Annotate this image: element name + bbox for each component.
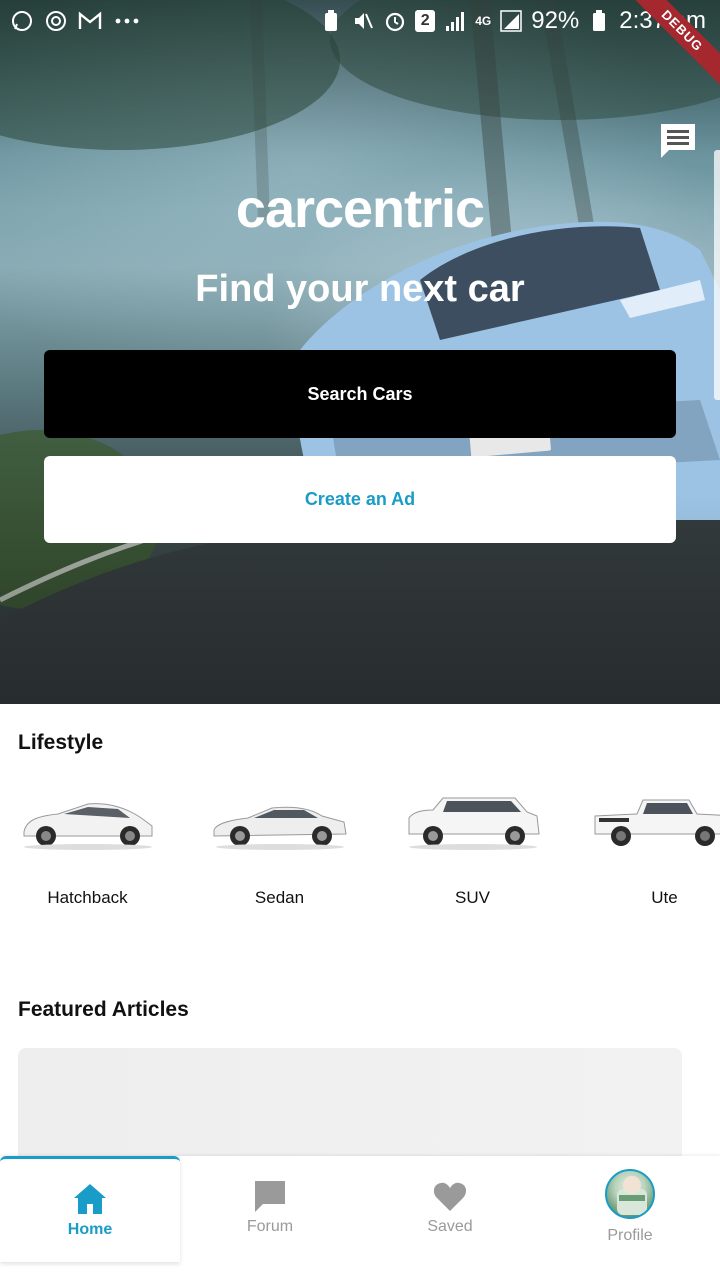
- nav-label-profile: Profile: [607, 1227, 653, 1244]
- suv-image: [408, 797, 540, 850]
- battery-saver-icon: [319, 9, 343, 33]
- lifestyle-list: Hatchback Sedan SUV Ute: [0, 790, 720, 920]
- lifestyle-label: Sedan: [254, 888, 305, 907]
- lifestyle-item-ute[interactable]: Ute: [577, 790, 720, 915]
- featured-articles-title: Featured Articles: [18, 998, 189, 1021]
- hero-title: Find your next car: [195, 268, 525, 310]
- gmail-icon: [78, 9, 102, 33]
- create-ad-button[interactable]: Create an Ad: [44, 456, 676, 543]
- more-notifications-icon: [112, 9, 142, 33]
- home-icon: [74, 1184, 106, 1214]
- network-type: 4G: [475, 14, 492, 28]
- lifestyle-item-hatchback[interactable]: Hatchback: [0, 790, 175, 915]
- heart-icon: [433, 1182, 467, 1211]
- lifestyle-title: Lifestyle: [18, 731, 104, 754]
- ute-image: [594, 799, 720, 846]
- hatchback-image: [23, 803, 152, 850]
- lifestyle-item-suv[interactable]: SUV: [385, 790, 560, 915]
- lifestyle-label: SUV: [455, 888, 490, 907]
- lifestyle-label: Hatchback: [47, 888, 128, 907]
- bottom-nav: Home Forum Saved: [0, 1156, 720, 1280]
- whatsapp-icon: [10, 9, 34, 33]
- nav-label: Saved: [427, 1218, 473, 1235]
- lifestyle-label: Ute: [651, 888, 678, 907]
- sim-badge: 2: [415, 10, 436, 32]
- sync-icon: [44, 9, 68, 33]
- signal-icon: [443, 9, 467, 33]
- nav-forum[interactable]: Forum: [180, 1156, 360, 1262]
- alarm-icon: [383, 9, 407, 33]
- nav-saved[interactable]: Saved: [360, 1156, 540, 1262]
- battery-percent: 92%: [531, 7, 580, 34]
- mute-icon: [351, 9, 375, 33]
- signal-icon-2: [499, 9, 523, 33]
- search-cars-button[interactable]: Search Cars: [44, 350, 676, 438]
- brand-logo: carcentric: [235, 179, 485, 239]
- chat-bubble-icon: [255, 1181, 285, 1212]
- message-icon[interactable]: [658, 121, 698, 161]
- lifestyle-item-sedan[interactable]: Sedan: [192, 790, 367, 915]
- nav-home[interactable]: Home: [0, 1156, 180, 1262]
- avatar[interactable]: [605, 1169, 655, 1219]
- sedan-image: [213, 806, 347, 850]
- nav-label: Forum: [246, 1218, 294, 1235]
- battery-icon: [587, 9, 611, 33]
- nav-label: Home: [67, 1221, 113, 1238]
- status-bar: 2 4G 92% 2:37 am: [0, 0, 720, 42]
